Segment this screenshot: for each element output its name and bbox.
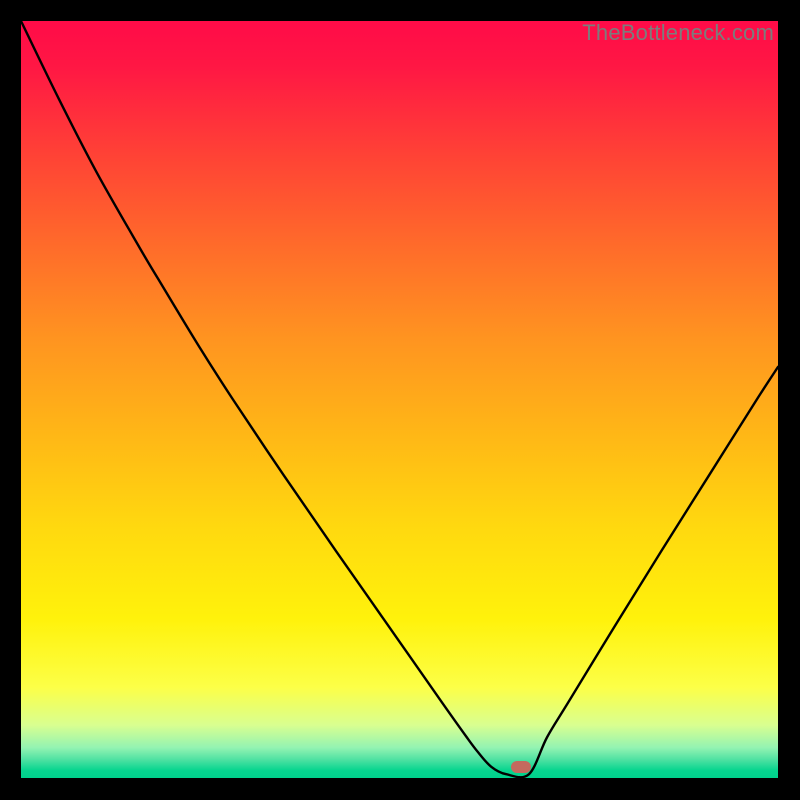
chart-frame: TheBottleneck.com	[0, 0, 800, 800]
curve-svg	[21, 21, 778, 778]
bottleneck-curve-path	[21, 21, 778, 777]
plot-area: TheBottleneck.com	[21, 21, 778, 778]
optimum-marker	[511, 761, 531, 773]
